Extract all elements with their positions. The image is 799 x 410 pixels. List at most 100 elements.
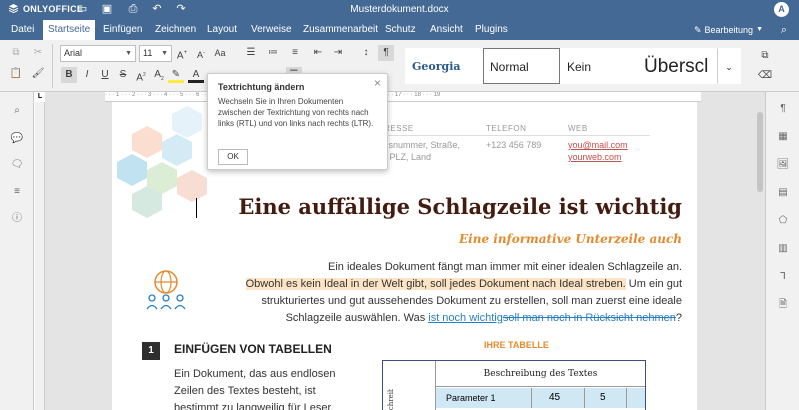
table-settings-icon[interactable]: ▦ (776, 130, 790, 144)
superscript-icon[interactable]: A2 (133, 67, 149, 83)
decrease-font-icon[interactable]: A- (193, 45, 209, 61)
chat-icon[interactable]: 🗨 (10, 158, 24, 172)
font-color-icon[interactable]: A (188, 67, 204, 83)
tooltip-title: Textrichtung ändern (218, 82, 305, 92)
paragraph-line-3: strukturiertes und gut aussehendes Dokum… (261, 295, 682, 307)
paste-icon[interactable]: 📋 (8, 66, 24, 82)
section-title: EINFÜGEN VON TABELLEN (174, 342, 332, 356)
image-settings-icon[interactable]: 🖼 (776, 158, 790, 172)
paragraph-line-4-end: ? (675, 312, 682, 324)
section-number: 1 (142, 342, 160, 360)
subscript-icon[interactable]: A2 (151, 67, 167, 83)
paragraph-settings-icon[interactable]: ¶ (776, 102, 790, 116)
search-icon[interactable]: ⌕ (781, 24, 787, 37)
table-label: IHRE TABELLE (484, 340, 549, 350)
ok-button[interactable]: OK (218, 149, 248, 165)
document-subheading: Eine informative Unterzeile auch (459, 232, 682, 246)
tab-schutz[interactable]: Schutz (380, 20, 421, 40)
shape-settings-icon[interactable]: ⬠ (776, 214, 790, 228)
table-col-divider (626, 388, 627, 408)
styles-expand-icon[interactable]: ⌄ (717, 48, 741, 84)
tab-stop-selector[interactable]: L (35, 92, 45, 102)
section-body-line-1: Ein Dokument, das aus endlosen (174, 368, 336, 380)
data-table[interactable]: Beschreibung des Textes Beschreibung des… (382, 360, 646, 410)
comments-icon[interactable]: 💬 (10, 132, 24, 146)
copy-icon[interactable]: ⧉ (8, 45, 24, 61)
chart-settings-icon[interactable]: ▥ (776, 242, 790, 256)
table-row-header: Beschreibung des (387, 389, 431, 410)
horizontal-ruler: · · · 1 · · · 2 · · · 3 · · · 4 · · · 5 … (105, 92, 701, 102)
font-name-select[interactable]: Arial ▼ (60, 45, 136, 62)
increase-indent-icon[interactable]: ⇥ (330, 45, 346, 61)
header-footer-icon[interactable]: ▤ (776, 186, 790, 200)
decrease-indent-icon[interactable]: ⇤ (310, 45, 326, 61)
vertical-scrollbar[interactable] (757, 112, 763, 192)
tab-startseite[interactable]: Startseite (43, 20, 96, 40)
signature-icon[interactable]: 🗎 (776, 298, 790, 312)
style-ueberschrift[interactable]: Überscl (637, 48, 717, 84)
contact-header-web: WEB (568, 124, 588, 133)
tracked-deletion[interactable]: soll man noch in Rücksicht nehmen (503, 312, 676, 324)
table-col-divider (584, 388, 585, 408)
text-art-icon[interactable]: Ꞁ (776, 270, 790, 284)
underline-icon[interactable]: U (97, 67, 113, 83)
decorative-hexagons-icon (117, 106, 207, 218)
tab-ansicht[interactable]: Ansicht (425, 20, 468, 40)
tab-zusammenarbeit[interactable]: Zusammenarbeit (298, 20, 383, 40)
text-cursor (196, 198, 197, 218)
document-page[interactable]: ADRESSE TELEFON WEB Hausnummer, Straße, … (112, 102, 697, 410)
format-painter-icon[interactable]: 🖌 (30, 66, 46, 82)
search-icon[interactable]: ⌕ (10, 104, 24, 118)
style-normal[interactable]: Normal (483, 48, 560, 84)
contact-header-telefon: TELEFON (486, 124, 527, 133)
bullets-icon[interactable]: ☰ (243, 45, 259, 61)
divider (52, 44, 53, 88)
style-georgia[interactable]: Georgia (405, 48, 483, 84)
tab-einfuegen[interactable]: Einfügen (98, 20, 147, 40)
tab-zeichnen[interactable]: Zeichnen (150, 20, 201, 40)
copy-style-icon[interactable]: ⧉ (757, 48, 773, 64)
close-icon[interactable]: × (374, 76, 381, 90)
multilevel-list-icon[interactable]: ≡ (287, 45, 303, 61)
highlight-icon[interactable]: ✎ (168, 67, 184, 83)
change-case-icon[interactable]: Aa (212, 45, 228, 61)
tab-datei[interactable]: Datei (6, 20, 39, 40)
tracked-insertion[interactable]: ist noch wichtig (428, 312, 503, 324)
numbering-icon[interactable]: ≔ (265, 45, 281, 61)
tooltip-body: Wechseln Sie in Ihren Dokumenten zwische… (218, 97, 374, 128)
tab-plugins[interactable]: Plugins (470, 20, 513, 40)
italic-icon[interactable]: I (79, 67, 95, 83)
strikethrough-icon[interactable]: S (115, 67, 131, 83)
edit-mode-dropdown[interactable]: ✎ Bearbeitung ▼ (694, 20, 763, 40)
line-spacing-icon[interactable]: ↕ (358, 45, 374, 61)
user-avatar[interactable]: A (774, 2, 789, 17)
table-cell-param: Parameter 1 (446, 393, 496, 403)
table-cell-v2: 5 (600, 392, 606, 403)
bold-icon[interactable]: B (61, 67, 77, 83)
title-bar: ONLYOFFICE ▭ ▣ ⎙ ↶ ↷ Musterdokument.docx… (0, 0, 799, 20)
text-direction-tooltip: × Textrichtung ändern Wechseln Sie in Ih… (207, 73, 388, 170)
contact-email-link[interactable]: you@mail.com (568, 140, 628, 150)
style-kein-abstand[interactable]: Kein Abstand (560, 48, 637, 110)
font-size-value: 11 (143, 48, 153, 58)
clear-style-icon[interactable]: ⌫ (757, 68, 773, 84)
right-panel: ¶ ▦ 🖼 ▤ ⬠ ▥ Ꞁ 🗎 (765, 92, 799, 410)
table-col-divider (531, 388, 532, 408)
font-size-select[interactable]: 11 ▼ (139, 45, 172, 62)
info-icon[interactable]: ⓘ (10, 212, 24, 226)
navigation-icon[interactable]: ≡ (10, 185, 24, 199)
cut-icon[interactable]: ✂ (30, 45, 46, 61)
table-cell-v1: 45 (549, 392, 561, 403)
tab-verweise[interactable]: Verweise (246, 20, 297, 40)
increase-font-icon[interactable]: A+ (174, 45, 190, 61)
section-body-line-3: bestimmt zu langweilig für Leser. (174, 402, 334, 410)
chevron-down-icon: ▼ (756, 26, 763, 33)
section-body-line-2: Zeilen des Textes besteht, ist (174, 385, 316, 397)
edit-mode-label: Bearbeitung (704, 25, 754, 35)
left-panel: ⌕ 💬 🗨 ≡ ⓘ (0, 92, 34, 410)
document-canvas[interactable]: L · · · 1 · · · 2 · · · 3 · · · 4 · · · … (35, 92, 765, 410)
text-direction-icon[interactable]: ¶ (378, 45, 394, 61)
tab-layout[interactable]: Layout (202, 20, 242, 40)
contact-web-link[interactable]: yourweb.com (568, 152, 622, 162)
table-row: Parameter 1 45 5 (436, 388, 645, 408)
